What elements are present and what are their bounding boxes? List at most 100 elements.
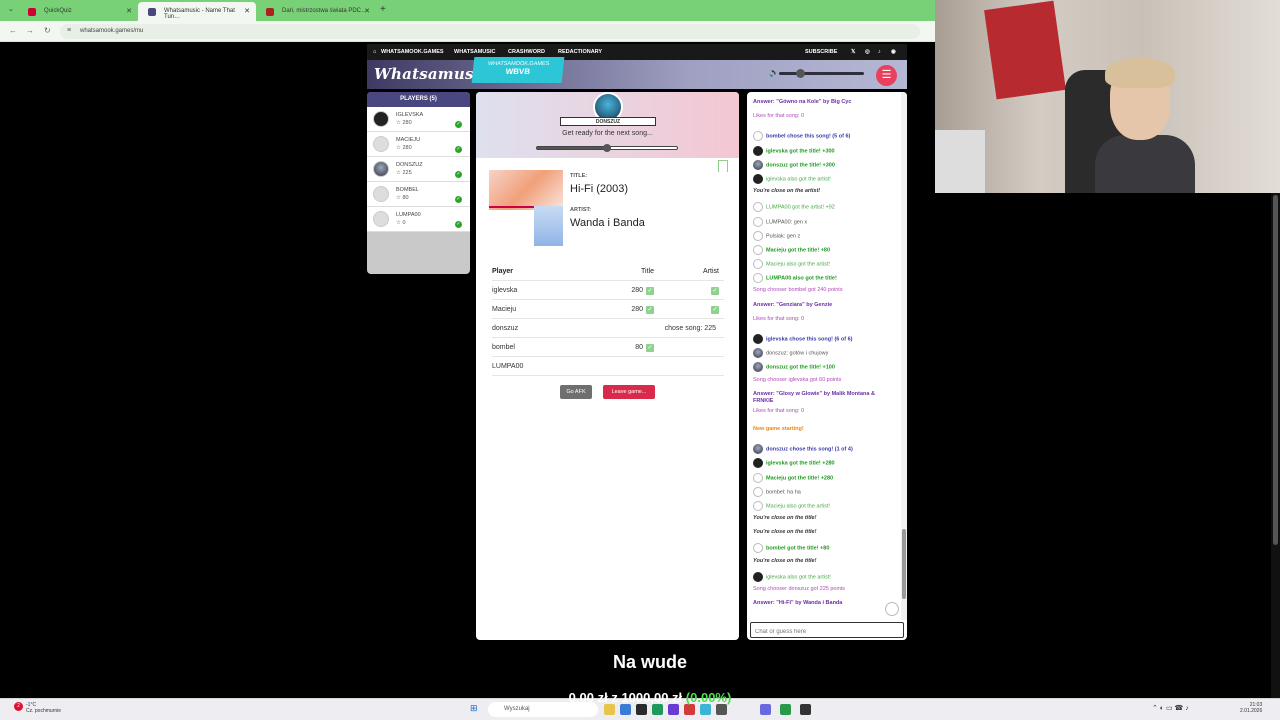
col-title: Title xyxy=(641,268,654,275)
chat-message: Likes for that song: 0 xyxy=(753,110,895,124)
avatar xyxy=(373,136,389,152)
tab-whatsamusic[interactable]: Whatsamusic - Name That Tun… ✕ xyxy=(138,2,256,21)
forward-icon[interactable]: → xyxy=(26,26,34,35)
leave-game-button[interactable]: Leave game... xyxy=(603,385,655,399)
player-item: DONSZUZ ☆ 225 ✓ xyxy=(367,157,470,182)
send-icon[interactable] xyxy=(885,602,899,616)
player-points: ☆ 280 xyxy=(396,120,412,126)
game-panel: DONSZUZ Get ready for the next song... T… xyxy=(476,92,739,640)
chat-scrollbar[interactable] xyxy=(901,92,907,620)
chat-message: Answer: "Genziara" by Genzie xyxy=(753,299,895,313)
chat-message-text: LUMPA00 also got the title! xyxy=(766,275,837,282)
player-points: ☆ 225 xyxy=(396,170,412,176)
chat-message: donszuz: gotów i chujowy xyxy=(753,345,895,359)
chat-input[interactable] xyxy=(750,622,904,638)
chat-message: iglevska got the title! +280 xyxy=(753,455,895,469)
app-icon[interactable] xyxy=(668,704,679,715)
subscribe-link[interactable]: SUBSCRIBE xyxy=(805,49,837,55)
tab-label: QuickQuiz xyxy=(44,8,72,14)
discord-icon[interactable]: ◉ xyxy=(891,49,896,55)
score-title-value: 80 xyxy=(635,344,643,351)
chat-message: You're close on the title! xyxy=(753,526,895,540)
bookmark-icon[interactable] xyxy=(718,160,728,172)
chat-scrollbar-thumb[interactable] xyxy=(902,529,906,599)
nav-whatsamook-games[interactable]: WHATSAMOOK.GAMES xyxy=(381,49,444,55)
menu-button[interactable]: ☰ xyxy=(876,65,897,86)
app-icon[interactable] xyxy=(700,704,711,715)
tab-darts[interactable]: Dari, mistrzostwa świata PDC… ✕ xyxy=(256,2,376,21)
webcam-object xyxy=(935,130,985,193)
chat-message-text: LUMPA00 got the artist! +92 xyxy=(766,204,835,211)
discord-app-icon[interactable] xyxy=(760,704,771,715)
score-table: Player Title Artist iglevska 280 ✓ ✓ Macieju… xyxy=(492,262,724,376)
chat-message: donszuz chose this song! (1 of 4) xyxy=(753,441,895,455)
new-tab-icon[interactable]: + xyxy=(380,4,386,15)
chat-message-text: iglevska got the title! +280 xyxy=(766,460,835,467)
steam-app-icon[interactable] xyxy=(800,704,811,715)
chat-message-text: donszuz got the title! +300 xyxy=(766,162,835,169)
donation-percent: (0.00%) xyxy=(685,690,732,705)
song-title: Hi-Fi (2003) xyxy=(570,183,629,195)
tab-quickquiz[interactable]: QuickQuiz ✕ xyxy=(18,2,138,21)
chat-message-text: iglevska also got the artist! xyxy=(766,574,831,581)
check-icon: ✓ xyxy=(646,287,654,295)
reload-icon[interactable]: ↻ xyxy=(44,26,51,35)
player-name: BOMBEL xyxy=(396,187,419,193)
app-icon[interactable] xyxy=(684,704,695,715)
nav-crashword[interactable]: CRASHWORD xyxy=(508,49,545,55)
player-name: LUMPA00 xyxy=(396,212,421,218)
chat-message-text: You're close on the title! xyxy=(753,529,817,536)
nav-redactionary[interactable]: REDACTIONARY xyxy=(558,49,602,55)
browser-app-icon[interactable] xyxy=(780,704,791,715)
chat-message: iglevska also got the artist! xyxy=(753,569,895,583)
app-icon[interactable] xyxy=(636,704,647,715)
chat-message: donszuz got the title! +300 xyxy=(753,157,895,171)
chat-message-text: Macieju also got the artist! xyxy=(766,503,830,510)
system-tray[interactable]: ⌃ ◐ ▭ ☎ ♪ xyxy=(1152,704,1189,712)
check-icon: ✓ xyxy=(646,306,654,314)
webcam-overlay xyxy=(935,0,1280,193)
back-icon[interactable]: ← xyxy=(9,26,17,35)
close-tab-icon[interactable]: ✕ xyxy=(126,7,132,15)
chat-message-text: You're close on the artist! xyxy=(753,188,821,195)
page-scrollbar-thumb[interactable] xyxy=(1273,195,1278,545)
chat-message-text: Macieju got the title! +280 xyxy=(766,474,834,481)
round-progress-fill xyxy=(537,147,607,149)
chat-message: iglevska also got the artist! xyxy=(753,171,895,185)
site-info-icon[interactable]: ≡ xyxy=(67,27,71,34)
chat-message: You're close on the title! xyxy=(753,555,895,569)
chat-message: bombel chose this song! (5 of 6) xyxy=(753,128,895,142)
app-icon[interactable] xyxy=(620,704,631,715)
player-points: ☆ 280 xyxy=(396,145,412,151)
tab-list-icon[interactable]: ⌄ xyxy=(8,5,14,13)
app-icon[interactable] xyxy=(652,704,663,715)
volume-slider[interactable] xyxy=(779,69,864,78)
file-explorer-icon[interactable] xyxy=(604,704,615,715)
page-scrollbar[interactable] xyxy=(1271,193,1280,698)
chat-panel: Answer: "Gówno na Kole" by Big Cyc Likes … xyxy=(747,92,907,640)
volume-icon[interactable]: 🔈 xyxy=(769,68,779,77)
url-field[interactable]: ≡ whatsamook.games/mu xyxy=(60,24,920,39)
app-icon[interactable] xyxy=(716,704,727,715)
instagram-icon[interactable]: ◎ xyxy=(865,49,870,55)
cover-art-stripe xyxy=(489,206,534,208)
chat-message: Answer: "Glosy w Glowie" by Malik Montan… xyxy=(753,388,895,405)
chat-message: Pulsiak: gen z xyxy=(753,228,895,242)
chat-message: LUMPA00: gen x xyxy=(753,214,895,228)
avatar xyxy=(753,202,763,213)
round-progress-knob xyxy=(603,144,611,152)
avatar xyxy=(753,334,763,344)
chat-message: iglevska chose this song! (6 of 6) xyxy=(753,331,895,345)
close-tab-icon[interactable]: ✕ xyxy=(244,7,250,15)
nav-whatsamusic[interactable]: WHATSAMUSIC xyxy=(454,49,495,55)
home-icon[interactable]: ⌂ xyxy=(373,49,376,55)
webcam-flag xyxy=(984,0,1066,100)
chat-message: Song chooser bombel got 240 points xyxy=(753,284,895,298)
close-tab-icon[interactable]: ✕ xyxy=(364,7,370,15)
avatar xyxy=(753,259,763,270)
tiktok-icon[interactable]: ♪ xyxy=(878,49,881,55)
go-afk-button[interactable]: Go AFK xyxy=(560,385,592,399)
chat-message-text: donszuz chose this song! (1 of 4) xyxy=(766,446,853,453)
volume-slider-knob[interactable] xyxy=(796,69,805,78)
twitter-icon[interactable]: 𝕏 xyxy=(851,49,855,55)
